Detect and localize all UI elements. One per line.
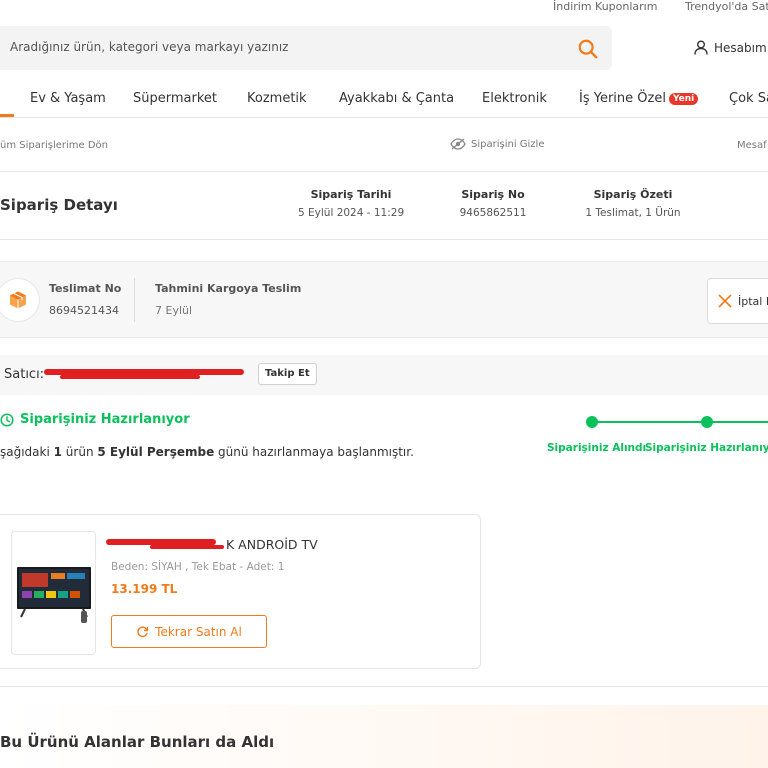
search-bar[interactable]: Aradığınız ürün, kategori veya markayı y… (0, 26, 612, 70)
delivery-box: Teslimat No 8694521434 Tahmini Kargoya T… (0, 261, 768, 338)
order-detail-header: Sipariş Detayı Sipariş Tarihi 5 Eylül 20… (0, 172, 768, 240)
progress-step-dot (701, 416, 713, 428)
status-description: şağıdaki 1 ürün 5 Eylül Perşembe günü ha… (0, 445, 414, 459)
search-icon[interactable] (577, 38, 599, 60)
rebuy-label: Tekrar Satın Al (155, 624, 242, 639)
search-input[interactable]: Aradığınız ürün, kategori veya markayı y… (10, 40, 288, 54)
progress-step-label: Siparişiniz Hazırlanıyor (645, 442, 768, 454)
cancel-label: İptal E (738, 294, 768, 308)
nav-item-is-yerine-ozel[interactable]: İş Yerine Özel Yeni (579, 91, 699, 106)
close-icon (718, 294, 732, 308)
page-title: Sipariş Detayı (0, 196, 118, 214)
progress-step-label: Siparişiniz Alındı (547, 442, 647, 454)
order-summary-value: 1 Teslimat, 1 Ürün (585, 207, 681, 219)
top-link-coupons[interactable]: İndirim Kuponlarım (553, 0, 657, 13)
nav-active-indicator (0, 114, 14, 117)
status-desc-mid: ürün (61, 445, 98, 459)
package-icon (10, 291, 26, 309)
recommendations-section: Bu Ürünü Alanlar Bunları da Aldı (0, 705, 768, 768)
order-summary: Sipariş Özeti 1 Teslimat, 1 Ürün (580, 188, 686, 219)
eta-value: 7 Eylül (155, 304, 193, 317)
nav-item-elektronik[interactable]: Elektronik (482, 91, 547, 106)
eta-label: Tahmini Kargoya Teslim (155, 282, 302, 295)
status-desc-count: 1 (53, 445, 62, 459)
product-thumbnail[interactable] (11, 531, 96, 655)
seller-label: Satıcı: (4, 367, 45, 382)
category-nav: Ev & Yaşam Süpermarket Kozmetik Ayakkabı… (0, 86, 768, 118)
order-summary-label: Sipariş Özeti (593, 188, 673, 201)
order-date: Sipariş Tarihi 5 Eylül 2024 - 11:29 (298, 188, 404, 219)
tv-image-icon (16, 567, 91, 623)
product-card: K ANDROİD TV Beden: SİYAH , Tek Ebat - A… (0, 514, 481, 669)
status-desc-post: günü hazırlanmaya başlanmıştır. (214, 445, 414, 459)
nav-item-ev-yasam[interactable]: Ev & Yaşam (30, 91, 106, 106)
order-number-value: 9465862511 (459, 207, 527, 219)
nav-item-cok-satanlar[interactable]: Çok Sa (729, 91, 768, 106)
refresh-icon (137, 626, 149, 638)
product-name[interactable]: K ANDROİD TV (226, 537, 318, 552)
progress-step-dot (586, 416, 598, 428)
seller-name-redaction-2 (60, 375, 200, 379)
product-price: 13.199 TL (111, 582, 178, 596)
order-date-label: Sipariş Tarihi (310, 188, 392, 201)
order-number-label: Sipariş No (461, 188, 525, 201)
delivery-divider (134, 278, 135, 322)
status-title-text: Siparişiniz Hazırlanıyor (20, 412, 190, 427)
hide-order-link[interactable]: Siparişini Gizle (450, 138, 544, 150)
distance-sales-link[interactable]: Mesaf (737, 140, 767, 151)
nav-item-supermarket[interactable]: Süpermarket (133, 91, 217, 106)
seller-bar: Satıcı: Takip Et (0, 355, 768, 395)
cancel-button[interactable]: İptal E (707, 278, 768, 324)
user-icon (694, 40, 708, 55)
clock-icon (0, 412, 14, 427)
rebuy-button[interactable]: Tekrar Satın Al (111, 615, 267, 648)
delivery-no-label: Teslimat No (49, 282, 122, 295)
back-to-orders-link[interactable]: üm Siparişlerime Dön (0, 140, 108, 151)
eye-off-icon (450, 138, 466, 150)
account-menu[interactable]: Hesabım (694, 40, 767, 55)
product-name-redaction-2 (150, 545, 224, 549)
top-link-sell[interactable]: Trendyol'da Sat (685, 0, 768, 13)
delivery-no-value: 8694521434 (49, 304, 119, 317)
account-label: Hesabım (714, 40, 767, 55)
nav-item-ayakkabi-canta[interactable]: Ayakkabı & Çanta (339, 91, 454, 106)
hide-order-label: Siparişini Gizle (471, 138, 545, 150)
nav-item-label: İş Yerine Özel (579, 91, 666, 106)
follow-seller-button[interactable]: Takip Et (258, 363, 317, 385)
section-divider (0, 686, 768, 687)
new-badge: Yeni (668, 93, 699, 105)
order-number: Sipariş No 9465862511 (452, 188, 534, 219)
order-date-value: 5 Eylül 2024 - 11:29 (298, 207, 405, 219)
package-icon-wrap (0, 278, 40, 322)
nav-item-kozmetik[interactable]: Kozmetik (247, 91, 307, 106)
status-title: Siparişiniz Hazırlanıyor (0, 412, 190, 427)
product-attributes: Beden: SİYAH , Tek Ebat - Adet: 1 (111, 561, 285, 573)
status-desc-date: 5 Eylül Perşembe (97, 445, 215, 459)
progress-line (592, 421, 768, 423)
order-actions-bar: üm Siparişlerime Dön Siparişini Gizle Me… (0, 118, 768, 172)
status-desc-pre: şağıdaki (0, 445, 54, 459)
recommendations-title: Bu Ürünü Alanlar Bunları da Aldı (0, 733, 275, 751)
